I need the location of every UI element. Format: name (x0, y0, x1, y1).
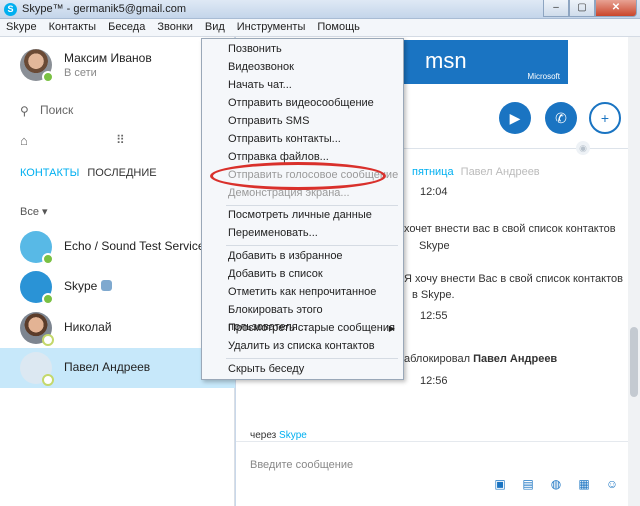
left-panel: Максим Иванов В сети ⚲ Поиск ⌂ ⠿ КОНТАКТ… (0, 37, 235, 506)
chat-scrollbar[interactable] (628, 37, 640, 506)
contact-item-echo[interactable]: Echo / Sound Test Service (0, 227, 235, 267)
online-status-icon (42, 293, 54, 305)
dialpad-icon[interactable]: ⠿ (116, 133, 125, 147)
via-skype-label: через Skype (250, 430, 307, 441)
contact-context-menu: Позвонить Видеозвонок Начать чат... Отпр… (201, 38, 404, 380)
microsoft-label: Microsoft (527, 72, 560, 81)
menu-help[interactable]: Помощь (311, 19, 366, 37)
emoticon-icon[interactable]: ☺ (604, 477, 620, 491)
submenu-arrow-icon: ▶ (388, 324, 395, 333)
away-status-icon (42, 374, 54, 386)
contact-item-pavel[interactable]: Павел Андреев (0, 348, 235, 388)
menu-calls[interactable]: Звонки (151, 19, 199, 37)
msn-banner[interactable]: msn Microsoft (403, 40, 568, 84)
contact-tabs: КОНТАКТЫ ПОСЛЕДНИЕ (20, 167, 157, 179)
message-text: хочет внести вас в свой список контактов (404, 223, 616, 235)
search-input[interactable]: Поиск (40, 103, 73, 117)
menu-tools[interactable]: Инструменты (231, 19, 312, 37)
menu-item-remove-contact[interactable]: Удалить из списка контактов (202, 338, 403, 355)
menu-bar: Skype Контакты Беседа Звонки Вид Инструм… (0, 19, 640, 37)
message-time: 12:04 (420, 186, 448, 198)
menu-item-mark-unread[interactable]: Отметить как непрочитанное (202, 284, 403, 301)
menu-item-video-call[interactable]: Видеозвонок (202, 59, 403, 76)
menu-item-block-user[interactable]: Блокировать этого пользователя... (202, 302, 403, 333)
message-text: Skype (419, 240, 450, 252)
add-people-button[interactable]: + (589, 102, 621, 134)
menu-separator (226, 205, 398, 206)
scroll-thumb[interactable] (630, 327, 638, 397)
close-button[interactable]: ✕ (595, 0, 637, 17)
contact-name: Echo / Sound Test Service (64, 239, 205, 253)
away-status-icon (42, 334, 54, 346)
video-call-button[interactable]: ▶ (499, 102, 531, 134)
tab-recent[interactable]: ПОСЛЕДНИЕ (87, 167, 156, 179)
menu-item-start-chat[interactable]: Начать чат... (202, 77, 403, 94)
chat-day-label: пятница Павел Андреев (412, 166, 540, 178)
window-title: Skype™ - germanik5@gmail.com (22, 3, 186, 15)
voice-call-button[interactable]: ✆ (545, 102, 577, 134)
menu-separator (226, 245, 398, 246)
profile-name: Максим Иванов (64, 51, 152, 65)
title-bar: S Skype™ - germanik5@gmail.com – ▢ ✕ (0, 0, 640, 19)
contact-name: Николай (64, 320, 112, 334)
minimize-button[interactable]: – (543, 0, 569, 17)
contact-name: Павел Андреев (64, 360, 151, 374)
menu-item-hide-conversation[interactable]: Скрыть беседу (202, 361, 403, 378)
contact-item-skype[interactable]: Skype (0, 267, 235, 307)
message-text: в Skype. (412, 289, 455, 301)
send-media-icon[interactable]: ▣ (492, 477, 508, 491)
message-time: 12:55 (420, 310, 448, 322)
search-box[interactable]: ⚲ Поиск (0, 97, 235, 123)
menu-item-rename[interactable]: Переименовать... (202, 225, 403, 242)
maximize-button[interactable]: ▢ (569, 0, 595, 17)
message-text: аблокировал Павел Андреев (404, 353, 558, 365)
search-icon: ⚲ (20, 104, 29, 118)
menu-contacts[interactable]: Контакты (43, 19, 103, 37)
menu-item-send-sms[interactable]: Отправить SMS (202, 113, 403, 130)
tab-contacts[interactable]: КОНТАКТЫ (20, 167, 79, 179)
menu-conversation[interactable]: Беседа (102, 19, 151, 37)
menu-item-view-profile[interactable]: Посмотреть личные данные (202, 207, 403, 224)
msn-logo: msn (425, 48, 467, 73)
menu-item-add-to-list[interactable]: Добавить в список (202, 266, 403, 283)
compose-toolbar: ▣ ▤ ◍ ▦ ☺ (492, 477, 620, 491)
compose-divider (236, 441, 628, 442)
menu-item-call[interactable]: Позвонить (202, 41, 403, 58)
menu-separator (226, 358, 398, 359)
home-icon[interactable]: ⌂ (20, 133, 28, 148)
verified-badge-icon (101, 280, 113, 291)
profile-section[interactable]: Максим Иванов В сети (0, 37, 235, 95)
menu-view[interactable]: Вид (199, 19, 231, 37)
send-file-icon[interactable]: ▤ (520, 477, 536, 491)
window-controls: – ▢ ✕ (543, 0, 637, 17)
skype-icon: S (4, 3, 17, 16)
online-status-icon (42, 253, 54, 265)
profile-status[interactable]: В сети (64, 67, 97, 79)
online-status-icon (42, 71, 54, 83)
globe-icon: ◉ (576, 141, 590, 155)
message-input[interactable]: Введите сообщение (250, 459, 353, 471)
highlight-annotation (210, 162, 386, 190)
send-contact-icon[interactable]: ▦ (576, 477, 592, 491)
nav-icons: ⌂ ⠿ (0, 133, 235, 151)
menu-item-send-video-message[interactable]: Отправить видеосообщение (202, 95, 403, 112)
menu-item-view-old-messages[interactable]: Просмотреть старые сообщения ▶ (202, 320, 403, 337)
menu-item-send-contacts[interactable]: Отправить контакты... (202, 131, 403, 148)
menu-item-add-favorites[interactable]: Добавить в избранное (202, 248, 403, 265)
contact-filter[interactable]: Все ▾ (20, 205, 48, 218)
menu-skype[interactable]: Skype (0, 19, 43, 37)
contact-name: Skype (64, 279, 113, 293)
message-text: Я хочу внести Вас в свой список контакто… (404, 273, 623, 285)
contact-item-nikolai[interactable]: Николай (0, 308, 235, 348)
message-time: 12:56 (420, 375, 448, 387)
video-message-icon[interactable]: ◍ (548, 477, 564, 491)
